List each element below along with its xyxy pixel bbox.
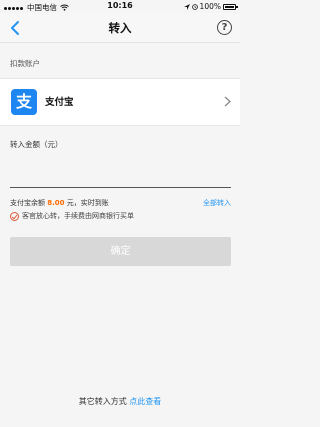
view-methods-link[interactable]: 点此查看 <box>129 397 161 406</box>
balance-suffix: 元，实时到账 <box>64 199 109 207</box>
amount-label: 转入金额（元） <box>10 140 63 149</box>
status-right: 100% <box>183 2 238 11</box>
location-icon <box>183 3 190 10</box>
page-title: 转入 <box>108 21 132 35</box>
battery-percent: 100% <box>199 2 221 11</box>
other-methods-footer: 其它转入方式 点此查看 <box>0 396 240 407</box>
amount-input[interactable] <box>10 152 231 188</box>
alipay-logo-icon: 支 <box>11 89 37 115</box>
source-account-label: 扣款账户 <box>10 59 40 68</box>
alarm-icon <box>191 3 198 10</box>
balance-amount: 8.00 <box>47 199 65 207</box>
battery-icon <box>223 3 238 10</box>
other-methods-text: 其它转入方式 <box>78 397 127 406</box>
chevron-right-icon <box>224 96 231 107</box>
confirm-button[interactable]: 确定 <box>10 237 231 266</box>
insurance-note: 客官放心转，手续费由网商银行买单 <box>10 211 134 221</box>
insurance-text: 客官放心转，手续费由网商银行买单 <box>22 212 134 220</box>
nav-bar: 转入 ? <box>0 13 240 43</box>
status-bar: 中国电信 10:16 100% <box>0 0 240 13</box>
account-name: 支付宝 <box>45 97 74 108</box>
help-button[interactable]: ? <box>217 20 232 35</box>
transfer-all-link[interactable]: 全部转入 <box>203 198 231 208</box>
shield-check-icon <box>10 211 19 221</box>
balance-prefix: 支付宝余额 <box>10 199 48 207</box>
balance-info: 支付宝余额 8.00 元，实时到账 <box>10 198 109 208</box>
